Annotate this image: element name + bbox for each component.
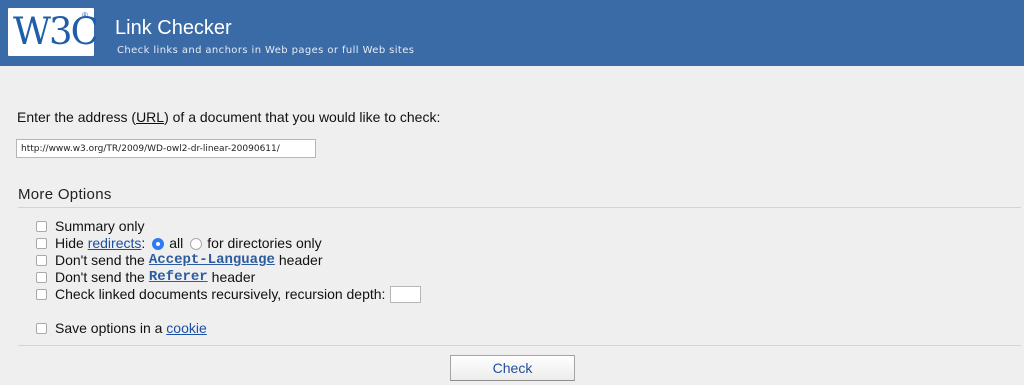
main-form: Enter the address (URL) of a document th… xyxy=(0,66,1024,385)
hide-redirects-checkbox[interactable] xyxy=(36,238,47,249)
no-accept-language-label-start[interactable]: Don't send the xyxy=(55,252,145,269)
no-referer-option: Don't send the Referer header xyxy=(36,269,255,286)
referer-link[interactable]: Referer xyxy=(149,269,208,286)
prompt-text-end: ) of a document that you would like to c… xyxy=(164,109,441,125)
banner: W3C ® Link Checker Check links and ancho… xyxy=(0,0,1024,66)
no-referer-checkbox[interactable] xyxy=(36,272,47,283)
hide-all-label[interactable]: all xyxy=(169,235,183,252)
no-referer-label-end[interactable]: header xyxy=(212,269,256,286)
registered-mark: ® xyxy=(82,11,88,20)
no-accept-language-option: Don't send the Accept-Language header xyxy=(36,252,322,269)
summary-only-option: Summary only xyxy=(36,218,144,235)
hide-directories-radio[interactable] xyxy=(190,237,203,250)
hide-all-radio[interactable] xyxy=(152,237,165,250)
uri-input[interactable] xyxy=(16,139,316,158)
check-button[interactable]: Check xyxy=(450,355,575,381)
recursion-depth-input[interactable] xyxy=(390,286,422,303)
page: W3C ® Link Checker Check links and ancho… xyxy=(0,0,1024,385)
app-subtitle: Check links and anchors in Web pages or … xyxy=(117,45,415,56)
save-cookie-option: Save options in a cookie xyxy=(36,320,207,337)
accept-language-link[interactable]: Accept-Language xyxy=(149,252,275,269)
uri-prompt: Enter the address (URL) of a document th… xyxy=(17,109,440,125)
redirects-link[interactable]: redirects xyxy=(88,235,142,252)
more-options-heading: More Options xyxy=(18,186,112,203)
summary-only-label[interactable]: Summary only xyxy=(55,218,144,235)
options-divider-bottom xyxy=(18,345,1021,346)
url-abbr: URL xyxy=(136,109,165,125)
w3c-logo[interactable]: W3C ® xyxy=(8,8,99,56)
app-title[interactable]: Link Checker xyxy=(115,17,232,40)
cookie-link[interactable]: cookie xyxy=(166,320,206,337)
no-accept-language-checkbox[interactable] xyxy=(36,255,47,266)
recursive-label[interactable]: Check linked documents recursively, recu… xyxy=(55,286,385,303)
summary-only-checkbox[interactable] xyxy=(36,221,47,232)
no-referer-label-start[interactable]: Don't send the xyxy=(55,269,145,286)
hide-directories-label[interactable]: for directories only xyxy=(207,235,321,252)
save-cookie-checkbox[interactable] xyxy=(36,323,47,334)
save-cookie-label[interactable]: Save options in a xyxy=(55,320,162,337)
hide-redirects-option: Hide redirects: all for directories only xyxy=(36,235,322,252)
no-accept-language-label-end[interactable]: header xyxy=(279,252,323,269)
recursive-checkbox[interactable] xyxy=(36,289,47,300)
hide-colon: : xyxy=(141,235,146,251)
options-divider-top xyxy=(18,207,1021,208)
recursive-option: Check linked documents recursively, recu… xyxy=(36,286,422,303)
hide-label[interactable]: Hide xyxy=(55,235,84,252)
prompt-text-start: Enter the address ( xyxy=(17,109,137,125)
